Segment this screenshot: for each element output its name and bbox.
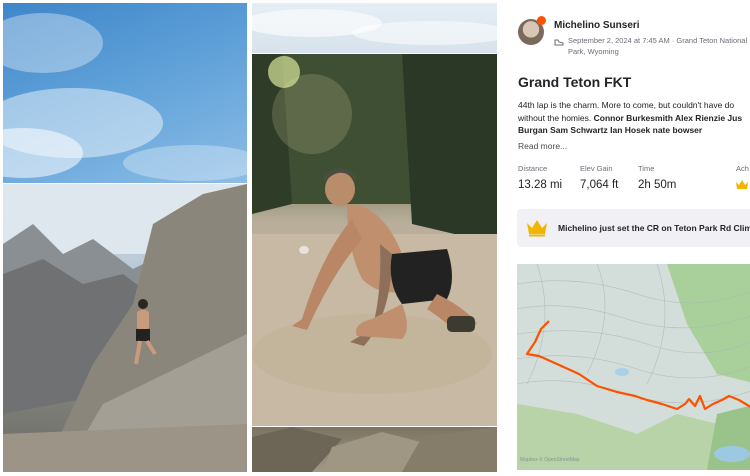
rocky-ground-photo[interactable] bbox=[252, 427, 497, 472]
tagged-athletes[interactable]: Burgan Sam Schwartz Ian Hosek nate bowse… bbox=[518, 125, 702, 135]
activity-description: 44th lap is the charm. More to come, but… bbox=[518, 99, 750, 137]
runner-kneeling-photo[interactable] bbox=[252, 54, 497, 426]
athlete-name[interactable]: Michelino Sunseri bbox=[554, 20, 640, 31]
course-record-text: Michelino just set the CR on Teton Park … bbox=[558, 223, 750, 233]
stat-value: 7,064 ft bbox=[580, 179, 619, 191]
crown-icon bbox=[736, 180, 748, 189]
activity-detail-panel: Michelino Sunseri September 2, 2024 at 7… bbox=[500, 0, 750, 476]
description-text: without the homies. bbox=[518, 112, 594, 123]
stat-label: Elev Gain bbox=[580, 164, 613, 173]
shoe-icon bbox=[554, 39, 564, 46]
activity-meta: September 2, 2024 at 7:45 AM · Grand Tet… bbox=[568, 36, 748, 56]
stat-label: Ach bbox=[736, 164, 749, 173]
tagged-athletes[interactable]: Connor Burkesmith Alex Rienzie Jus bbox=[594, 113, 742, 123]
description-line: Burgan Sam Schwartz Ian Hosek nate bowse… bbox=[518, 124, 750, 137]
stat-distance: Distance 13.28 mi bbox=[518, 164, 562, 191]
runner-on-trail-photo[interactable] bbox=[3, 184, 247, 472]
route-map[interactable] bbox=[517, 264, 750, 470]
sky-photo[interactable] bbox=[3, 3, 247, 183]
stat-time: Time 2h 50m bbox=[638, 164, 676, 191]
description-line: 44th lap is the charm. More to come, but… bbox=[518, 100, 735, 110]
activity-screenshot: Michelino Sunseri September 2, 2024 at 7… bbox=[0, 0, 750, 476]
description-line: without the homies. Connor Burkesmith Al… bbox=[518, 112, 750, 125]
stat-value: 2h 50m bbox=[638, 179, 677, 191]
stat-label: Distance bbox=[518, 164, 548, 173]
subscriber-badge-icon bbox=[537, 16, 546, 25]
read-more-link[interactable]: Read more... bbox=[518, 141, 567, 151]
stat-achievements: Ach bbox=[736, 164, 749, 173]
stat-value: 13.28 mi bbox=[518, 179, 563, 191]
crown-icon bbox=[527, 220, 547, 237]
stat-elev-gain: Elev Gain 7,064 ft bbox=[580, 164, 618, 191]
map-attribution: Mapbox © OpenStreetMap bbox=[520, 457, 580, 463]
stat-label: Time bbox=[638, 164, 655, 173]
cloudy-sky-photo[interactable] bbox=[252, 3, 497, 53]
activity-title: Grand Teton FKT bbox=[518, 74, 632, 90]
